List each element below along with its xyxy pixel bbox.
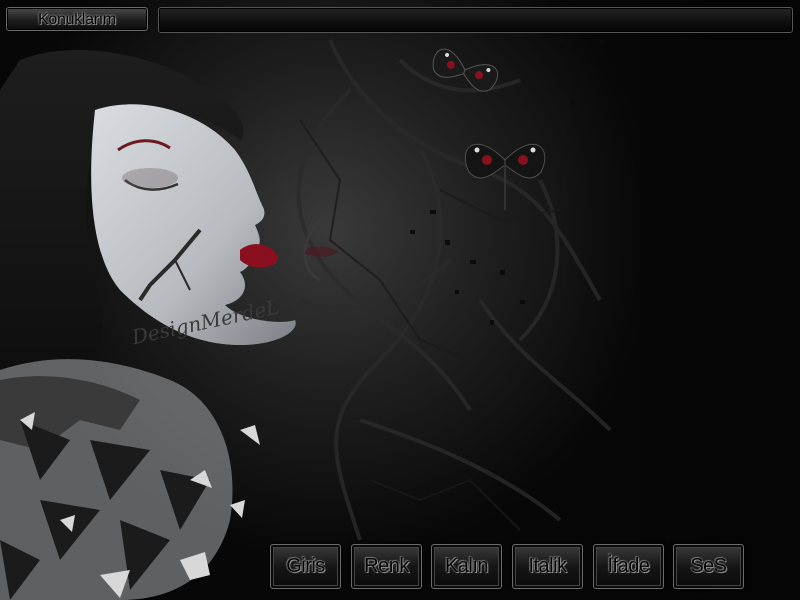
sound-button[interactable]: SeS [673,544,744,589]
bold-button[interactable]: Kalın [431,544,502,589]
giris-button[interactable]: Giris [270,544,341,589]
emoticon-button[interactable]: İfade [593,544,664,589]
toolbar: Giris Renk Kalın Italik İfade SeS [270,544,750,590]
chat-window: DesignMerdeL Konuklarım Giris Renk Kalın… [0,0,800,600]
background-artwork: DesignMerdeL [0,0,800,600]
italic-button[interactable]: Italik [512,544,583,589]
message-input[interactable] [158,7,793,33]
window-title: Konuklarım [6,7,148,31]
color-button[interactable]: Renk [351,544,422,589]
top-bar: Konuklarım [0,0,800,40]
